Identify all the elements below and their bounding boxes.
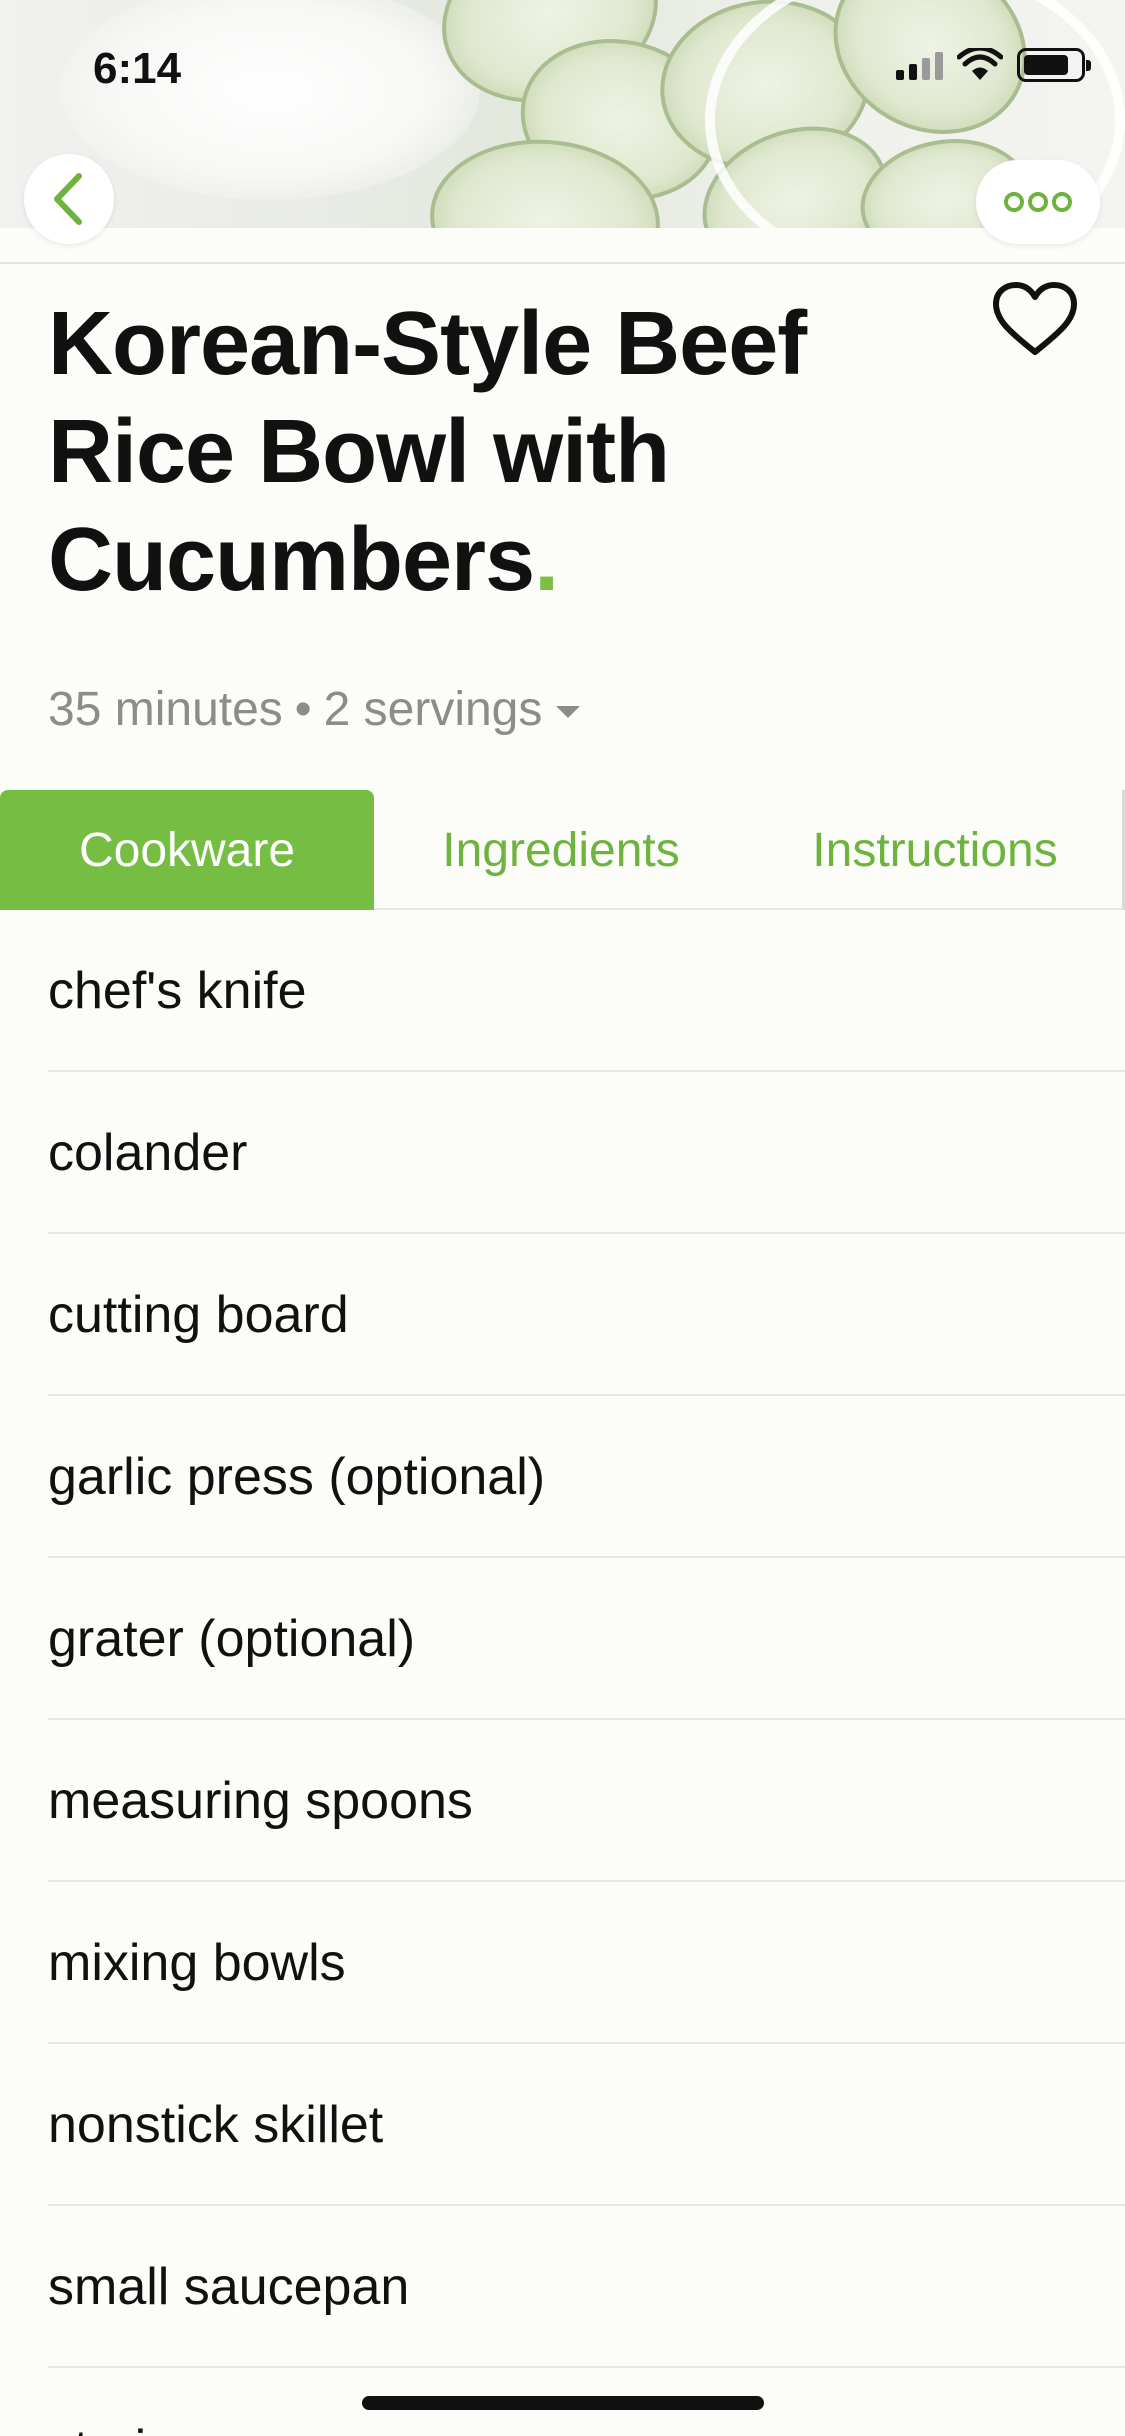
tab-ingredients[interactable]: Ingredients xyxy=(374,790,748,910)
list-item[interactable]: colander xyxy=(0,1072,1125,1234)
recipe-hero-image xyxy=(0,0,1125,228)
wifi-icon xyxy=(957,48,1003,80)
meta-separator: • xyxy=(294,683,312,736)
heart-outline-icon xyxy=(993,282,1077,355)
recipe-title: Korean-Style Beef Rice Bowl with Cucumbe… xyxy=(48,290,968,614)
list-item[interactable]: cutting board xyxy=(0,1234,1125,1396)
servings-selector[interactable]: 2 servings xyxy=(324,682,581,737)
list-item[interactable]: mixing bowls xyxy=(0,1882,1125,2044)
cookware-list: chef's knife colander cutting board garl… xyxy=(0,910,1125,2436)
list-item[interactable]: chef's knife xyxy=(0,910,1125,1072)
status-time: 6:14 xyxy=(93,44,182,93)
hero-divider xyxy=(0,262,1125,264)
recipe-tabs: Cookware Ingredients Instructions xyxy=(0,790,1125,910)
more-dots-icon xyxy=(1004,192,1072,212)
rice-illustration xyxy=(60,0,480,200)
list-item[interactable]: grater (optional) xyxy=(0,1558,1125,1720)
signal-icon xyxy=(896,50,943,80)
list-item[interactable]: small saucepan xyxy=(0,2206,1125,2368)
title-accent-dot: . xyxy=(534,510,559,610)
back-button[interactable] xyxy=(24,154,114,244)
recipe-screen: 6:14 Korean-Style Beef Rice Bowl with Cu… xyxy=(0,0,1125,2436)
recipe-duration: 35 minutes xyxy=(48,683,283,736)
servings-label: 2 servings xyxy=(323,683,543,736)
list-item[interactable]: nonstick skillet xyxy=(0,2044,1125,2206)
list-item[interactable]: garlic press (optional) xyxy=(0,1396,1125,1558)
more-options-button[interactable] xyxy=(976,160,1100,244)
list-item[interactable]: measuring spoons xyxy=(0,1720,1125,1882)
status-icons xyxy=(896,48,1091,82)
tab-cookware[interactable]: Cookware xyxy=(0,790,374,910)
recipe-meta: 35 minutes • 2 servings xyxy=(48,682,581,737)
battery-icon xyxy=(1017,48,1091,82)
home-indicator[interactable] xyxy=(362,2396,764,2410)
favorite-button[interactable] xyxy=(990,280,1080,360)
caret-down-icon xyxy=(556,705,581,718)
chevron-left-icon xyxy=(54,173,82,225)
recipe-title-text: Korean-Style Beef Rice Bowl with Cucumbe… xyxy=(48,294,807,610)
tab-instructions[interactable]: Instructions xyxy=(748,790,1122,910)
